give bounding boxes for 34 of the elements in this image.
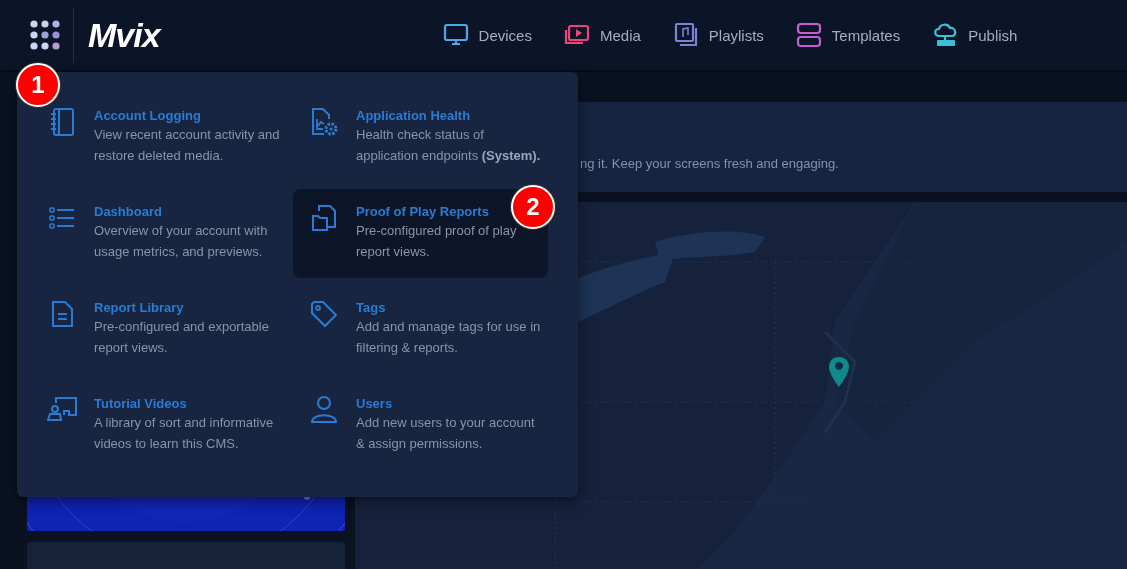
- menu-item-title: Account Logging: [94, 107, 201, 124]
- menu-item-title: Report Library: [94, 299, 184, 316]
- nav-item[interactable]: Templates: [794, 21, 901, 49]
- menu-item[interactable]: Users Add new users to your account & assign permissions.: [293, 381, 548, 470]
- menu-item[interactable]: Tutorial Videos A library of sort and informative videos to learn this CMS.: [31, 381, 286, 470]
- menu-item[interactable]: Dashboard Overview of your account with usage metrics, and previews.: [31, 189, 286, 278]
- menu-item-title: Tags: [356, 299, 386, 316]
- folder-document-icon: [309, 203, 339, 233]
- menu-item-description: Add new users to your account & assign permissions.: [356, 414, 536, 453]
- location-pin-icon[interactable]: [829, 357, 849, 387]
- logo[interactable]: Mvix: [88, 15, 160, 55]
- nav-item[interactable]: Media: [562, 21, 641, 49]
- menu-item[interactable]: Application Health Health check status of application endpoints (System).: [293, 93, 548, 182]
- menu-item-title: Dashboard: [94, 203, 162, 220]
- banner-text: ng it. Keep your screens fresh and engaging.: [580, 155, 839, 171]
- menu-item-description: Add and manage tags for use in filtering & reports.: [356, 318, 542, 357]
- tag-icon: [309, 299, 339, 329]
- menu-item[interactable]: Report Library Pre-configured and exportable report views.: [31, 285, 286, 374]
- menu-item-description: View recent account activity and restore deleted media.: [94, 126, 281, 165]
- menu-item-description: Health check status of application endpoints (System).: [356, 126, 542, 165]
- menu-item-title: Application Health: [356, 107, 471, 124]
- nav-item[interactable]: Devices: [441, 21, 532, 49]
- menu-item-title: Tutorial Videos: [94, 395, 187, 412]
- menu-item[interactable]: Tags Add and manage tags for use in filtering & reports.: [293, 285, 548, 374]
- nav-item[interactable]: Publish: [931, 21, 1018, 49]
- menu-item-description: A library of sort and informative videos to learn this CMS.: [94, 414, 275, 453]
- menu-item-description: Pre-configured and exportable report views.: [94, 318, 270, 357]
- user-icon: [309, 395, 339, 425]
- chart-document-gear-icon: [309, 107, 339, 137]
- menu-item-description: Overview of your account with usage metrics, and previews.: [94, 222, 269, 261]
- nav-item[interactable]: Playlists: [671, 21, 764, 49]
- menu-item-title: Users: [356, 395, 393, 412]
- menu-item-title: Proof of Play Reports: [356, 203, 489, 220]
- apps-grid-icon[interactable]: [30, 20, 60, 50]
